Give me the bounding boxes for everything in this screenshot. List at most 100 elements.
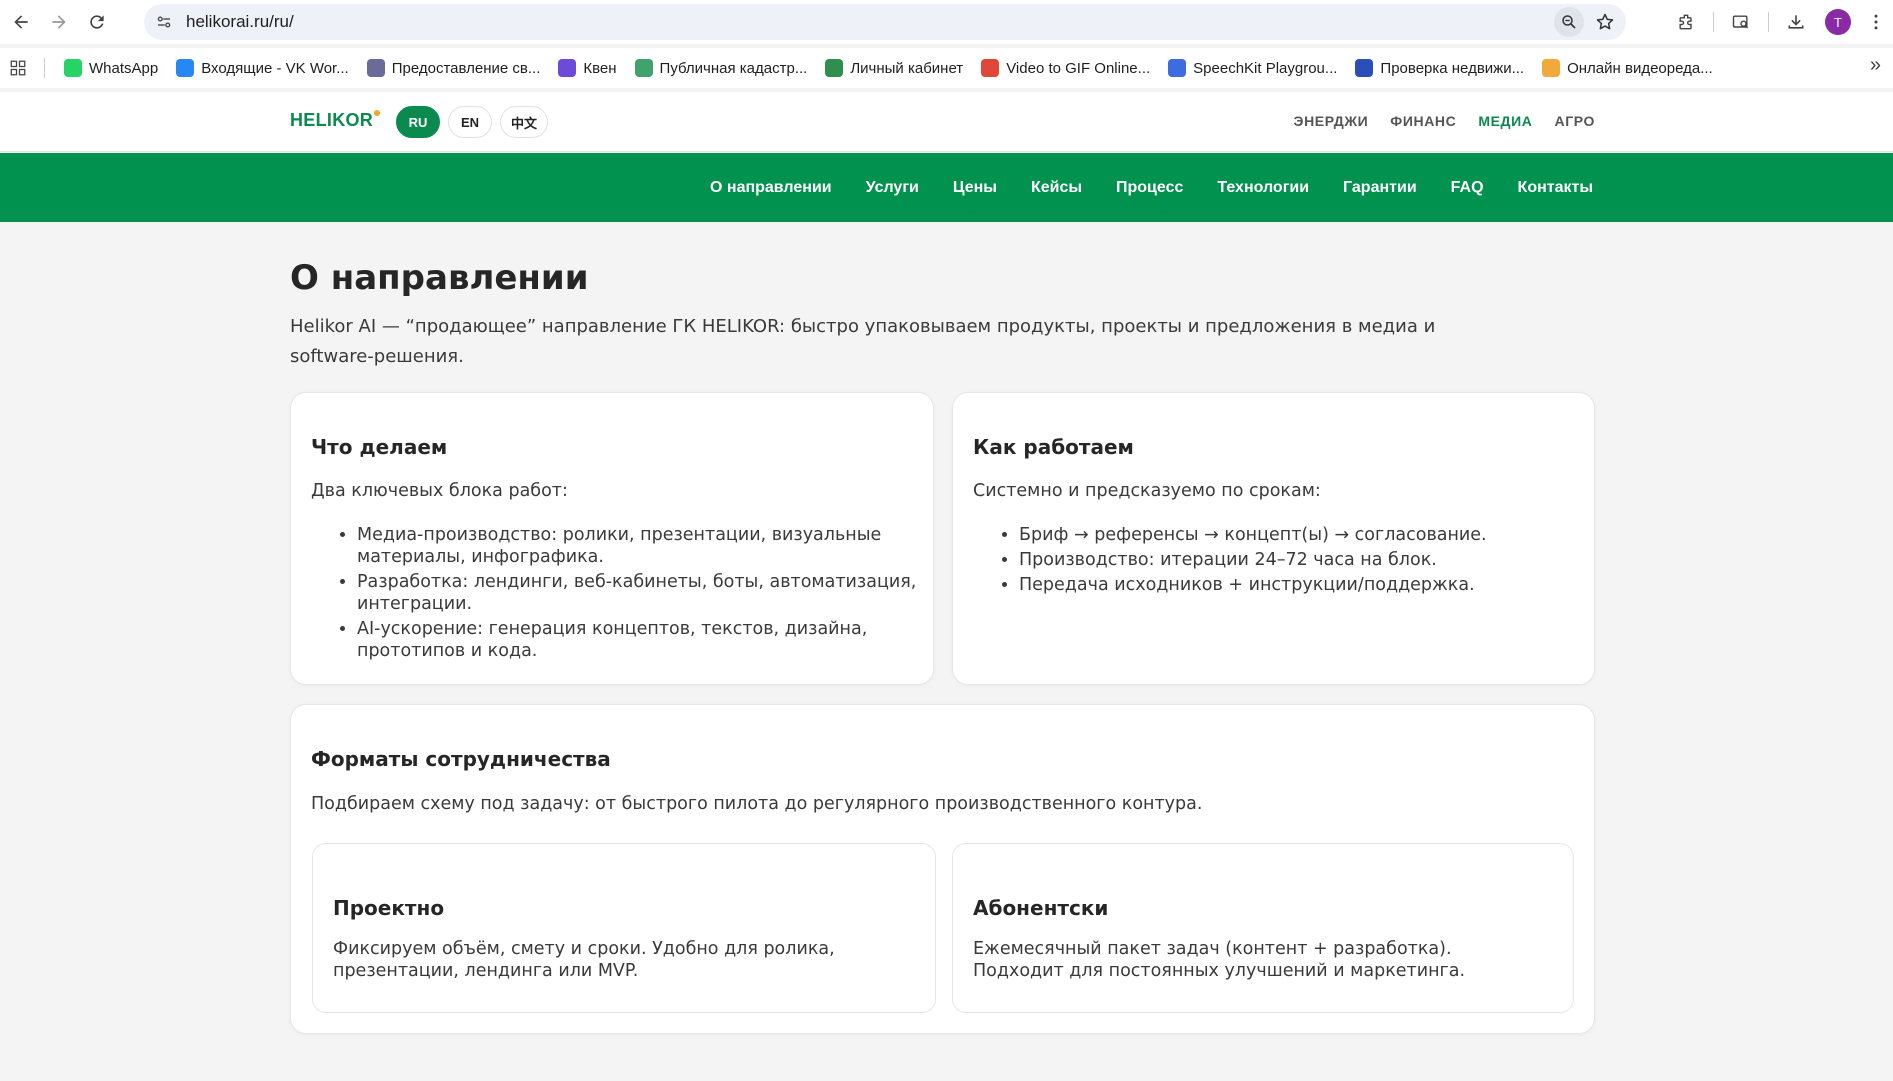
card-title: Что делаем	[311, 435, 448, 459]
toolbar-divider	[1768, 12, 1769, 32]
download-icon[interactable]	[1775, 5, 1817, 39]
bookmark-item[interactable]: Онлайн видеореда...	[1533, 53, 1722, 83]
nav-tech-link[interactable]: Технологии	[1217, 179, 1309, 197]
nav-faq-link[interactable]: FAQ	[1451, 179, 1484, 197]
lang-en-button[interactable]: EN	[448, 106, 492, 138]
bookmark-label: SpeechKit Playgrou...	[1193, 59, 1338, 77]
bookmark-item[interactable]: Публичная кадастр...	[626, 53, 817, 83]
bookmark-favicon-icon	[825, 59, 844, 77]
bookmark-favicon-icon	[558, 59, 577, 77]
bookmarks-bar: WhatsApp Входящие - VK Wor... Предоставлен…	[0, 48, 1893, 88]
direction-agro-link[interactable]: АГРО	[1555, 113, 1596, 129]
bookmarks-divider	[44, 58, 45, 78]
site-settings-icon[interactable]	[150, 8, 178, 36]
logo-dot-icon	[374, 110, 381, 116]
nav-about-link[interactable]: О направлении	[710, 179, 832, 197]
bookmark-list: WhatsApp Входящие - VK Wor... Предоставлен…	[55, 53, 1722, 83]
direction-energy-link[interactable]: ЭНЕРДЖИ	[1294, 113, 1369, 129]
list-item: Медиа-производство: ролики, презентации,…	[357, 524, 917, 568]
bookmark-favicon-icon	[366, 59, 385, 77]
helikor-logo[interactable]: HELIKOR	[290, 110, 381, 131]
extensions-icon[interactable]	[1665, 5, 1707, 39]
bookmark-label: Предоставление св...	[391, 59, 541, 77]
nav-prices-link[interactable]: Цены	[953, 179, 997, 197]
how-list: Бриф → референсы → концепт(ы) → согласов…	[1019, 524, 1578, 599]
reload-icon	[90, 15, 104, 29]
lang-zh-button[interactable]: 中文	[500, 106, 549, 138]
main-nav: О направлении Услуги Цены Кейсы Процесс …	[0, 153, 1893, 222]
bookmark-favicon-icon	[1168, 59, 1187, 77]
list-item: Передача исходников + инструкции/поддерж…	[1019, 574, 1578, 596]
bookmark-favicon-icon	[981, 59, 1000, 77]
profile-avatar[interactable]: T	[1817, 5, 1859, 39]
card-intro: Системно и предсказуемо по срокам:	[973, 481, 1321, 501]
back-button[interactable]	[4, 5, 38, 39]
menu-dots-icon[interactable]	[1859, 5, 1893, 39]
lead-paragraph: Helikor AI — “продающее” направление ГК …	[290, 316, 1436, 367]
address-bar[interactable]: helikorai.ru/ru/	[144, 4, 1626, 40]
direction-media-link[interactable]: МЕДИА	[1478, 113, 1532, 129]
sub-card-title: Проектно	[333, 896, 445, 920]
bookmark-label: Публичная кадастр...	[659, 59, 808, 77]
list-item: Бриф → референсы → концепт(ы) → согласов…	[1019, 524, 1578, 546]
what-list: Медиа-производство: ролики, презентации,…	[357, 524, 917, 665]
zoom-icon[interactable]	[1554, 7, 1584, 37]
toolbar-divider	[1713, 12, 1714, 32]
bookmark-item[interactable]: Предоставление св...	[358, 53, 550, 83]
card-title: Форматы сотрудничества	[311, 747, 611, 771]
card-intro: Подбираем схему под задачу: от быстрого …	[311, 794, 1203, 814]
forward-button[interactable]	[42, 5, 76, 39]
bookmark-item[interactable]: Video to GIF Online...	[972, 53, 1159, 83]
nav-cases-link[interactable]: Кейсы	[1031, 179, 1082, 197]
bookmark-item[interactable]: Квен	[549, 53, 625, 83]
card-title: Как работаем	[973, 435, 1134, 459]
bookmark-label: Личный кабинет	[850, 59, 964, 77]
bookmark-item[interactable]: Проверка недвижи...	[1346, 53, 1533, 83]
sub-card-text: Ежемесячный пакет задач (контент + разра…	[973, 939, 1466, 981]
list-item: Производство: итерации 24–72 часа на бло…	[1019, 549, 1578, 571]
bookmark-label: Квен	[583, 59, 617, 77]
arrow-right-icon	[52, 15, 66, 29]
subscription-format-card: Абонентски Ежемесячный пакет задач (конт…	[952, 843, 1574, 1013]
direction-finance-link[interactable]: ФИНАНС	[1390, 113, 1456, 129]
sub-card-title: Абонентски	[973, 896, 1109, 920]
arrow-left-icon	[14, 15, 28, 29]
formats-card: Форматы сотрудничества Подбираем схему п…	[290, 704, 1595, 1034]
bookmark-item[interactable]: Входящие - VK Wor...	[167, 53, 358, 83]
project-format-card: Проектно Фиксируем объём, смету и сроки.…	[312, 843, 936, 1013]
bookmark-item[interactable]: SpeechKit Playgrou...	[1159, 53, 1346, 83]
tab-search-icon[interactable]	[1720, 5, 1762, 39]
bookmark-star-icon[interactable]	[1590, 7, 1620, 37]
language-switcher: RU EN 中文	[396, 106, 549, 138]
list-item: AI-ускорение: генерация концептов, текст…	[357, 618, 917, 662]
site-header: HELIKOR RU EN 中文 ЭНЕРДЖИ ФИНАНС МЕДИА АГ…	[0, 92, 1893, 152]
bookmark-favicon-icon	[1542, 59, 1561, 77]
directions-nav: ЭНЕРДЖИ ФИНАНС МЕДИА АГРО	[1294, 113, 1595, 129]
bookmark-favicon-icon	[64, 59, 82, 77]
sub-card-text: Фиксируем объём, смету и сроки. Удобно д…	[333, 939, 835, 981]
nav-contacts-link[interactable]: Контакты	[1518, 179, 1593, 197]
reload-button[interactable]	[80, 5, 114, 39]
bookmark-favicon-icon	[634, 59, 653, 77]
bookmark-favicon-icon	[1355, 59, 1374, 77]
what-we-do-card: Что делаем Два ключевых блока работ: Мед…	[290, 392, 934, 685]
more-bookmarks-icon[interactable]: »	[1870, 54, 1881, 77]
nav-process-link[interactable]: Процесс	[1116, 179, 1183, 197]
bookmark-label: Проверка недвижи...	[1380, 59, 1525, 77]
card-intro: Два ключевых блока работ:	[311, 481, 568, 501]
bookmark-label: Онлайн видеореда...	[1567, 59, 1713, 77]
bookmark-item[interactable]: WhatsApp	[55, 53, 167, 83]
browser-toolbar: helikorai.ru/ru/ T	[0, 0, 1893, 44]
bookmark-item[interactable]: Личный кабинет	[816, 53, 972, 83]
how-we-work-card: Как работаем Системно и предсказуемо по …	[952, 392, 1595, 685]
bookmark-favicon-icon	[176, 59, 195, 77]
bookmark-label: Video to GIF Online...	[1006, 59, 1151, 77]
nav-guarantees-link[interactable]: Гарантии	[1343, 179, 1417, 197]
list-item: Разработка: лендинги, веб-кабинеты, боты…	[357, 571, 917, 615]
apps-grid-icon[interactable]	[0, 53, 36, 83]
url-text[interactable]: helikorai.ru/ru/	[186, 12, 294, 32]
nav-services-link[interactable]: Услуги	[866, 179, 919, 197]
page-title: О направлении	[290, 258, 589, 298]
lang-ru-button[interactable]: RU	[396, 106, 440, 138]
bookmark-label: WhatsApp	[89, 59, 159, 77]
